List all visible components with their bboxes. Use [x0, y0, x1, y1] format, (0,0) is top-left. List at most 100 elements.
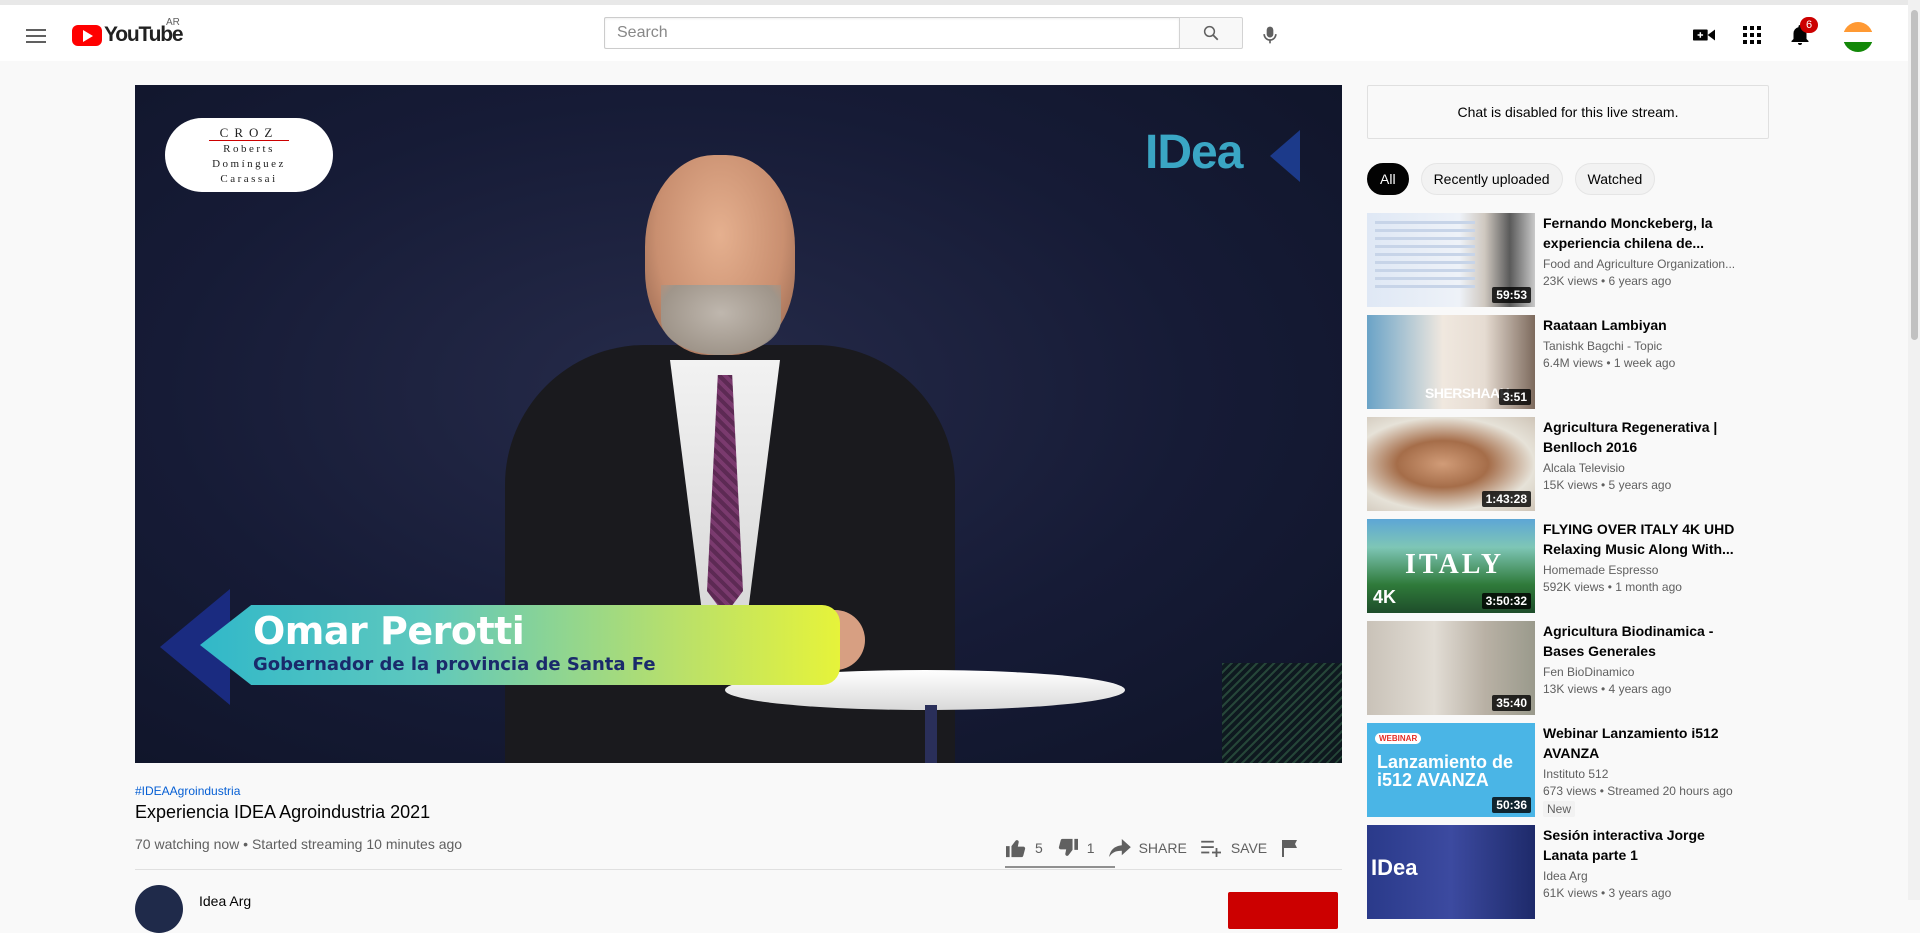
- video-player[interactable]: CROZ Roberts Domínguez Carassai IDea Oma…: [135, 85, 1342, 763]
- save-button[interactable]: SAVE: [1201, 839, 1267, 857]
- rec-title[interactable]: Webinar Lanzamiento i512 AVANZA: [1543, 723, 1753, 763]
- rec-meta: 6.4M views • 1 week ago: [1543, 356, 1676, 370]
- video-actions: 5 1 SHARE SAVE: [1005, 830, 1321, 866]
- thumbnail-caption: WEBINAR: [1375, 733, 1422, 744]
- rec-channel[interactable]: Idea Arg: [1543, 869, 1753, 883]
- search-input[interactable]: [604, 17, 1179, 49]
- thumbnail-caption: 4K: [1373, 587, 1397, 607]
- duration-badge: 3:51: [1498, 389, 1531, 405]
- dislike-button[interactable]: 1: [1057, 838, 1095, 858]
- video-thumbnail[interactable]: WEBINAR Lanzamiento de i512 AVANZA 50:36: [1367, 723, 1535, 817]
- divider: [135, 869, 1342, 870]
- list-item[interactable]: IDea Sesión interactiva Jorge Lanata par…: [1367, 825, 1769, 919]
- video-thumbnail[interactable]: ITALY 4K 3:50:32: [1367, 519, 1535, 613]
- chat-disabled-notice: Chat is disabled for this live stream.: [1367, 85, 1769, 139]
- duration-badge: 50:36: [1492, 797, 1531, 813]
- video-thumbnail[interactable]: IDea: [1367, 825, 1535, 919]
- thumbnail-caption: Lanzamiento de i512 AVANZA: [1377, 752, 1514, 790]
- list-item[interactable]: WEBINAR Lanzamiento de i512 AVANZA 50:36…: [1367, 723, 1769, 817]
- video-stats: 70 watching now • Started streaming 10 m…: [135, 836, 463, 852]
- thumbs-down-icon: [1058, 838, 1078, 856]
- speaker-title: Gobernador de la provincia de Santa Fe: [253, 654, 656, 675]
- apps-button[interactable]: [1740, 23, 1764, 47]
- apps-grid-icon: [1743, 26, 1761, 44]
- video-camera-icon: [1693, 29, 1715, 41]
- rec-title[interactable]: FLYING OVER ITALY 4K UHD Relaxing Music …: [1543, 519, 1753, 559]
- rec-meta: 15K views • 5 years ago: [1543, 478, 1672, 492]
- flag-icon: [1282, 840, 1298, 857]
- recommendations-list: 59:53 Fernando Monckeberg, la experienci…: [1367, 213, 1769, 927]
- duration-badge: 1:43:28: [1481, 491, 1531, 507]
- rec-title[interactable]: Raataan Lambiyan: [1543, 315, 1753, 335]
- list-item[interactable]: 35:40 Agricultura Biodinamica - Bases Ge…: [1367, 621, 1769, 715]
- chip-watched[interactable]: Watched: [1574, 163, 1656, 195]
- page-scrollbar[interactable]: [1908, 0, 1920, 900]
- rec-channel[interactable]: Fen BioDinamico: [1543, 665, 1753, 679]
- share-icon: [1108, 839, 1131, 857]
- rec-channel[interactable]: Homemade Espresso: [1543, 563, 1753, 577]
- thumbnail-caption: IDea: [1371, 855, 1418, 880]
- rec-meta: 23K views • 6 years ago: [1543, 274, 1672, 288]
- search-button[interactable]: [1179, 17, 1243, 49]
- stage-lights: [1222, 663, 1342, 763]
- video-thumbnail[interactable]: SHERSHAAH 3:51: [1367, 315, 1535, 409]
- save-label: SAVE: [1230, 840, 1268, 856]
- idea-brand-logo: IDea: [1145, 126, 1243, 179]
- playlist-add-icon: [1201, 840, 1221, 857]
- video-thumbnail[interactable]: 35:40: [1367, 621, 1535, 715]
- rec-channel[interactable]: Instituto 512: [1543, 767, 1753, 781]
- search-icon: [1203, 25, 1219, 41]
- voice-search-button[interactable]: [1256, 21, 1284, 49]
- speaker-name: Omar Perotti: [253, 609, 525, 653]
- chip-recently-uploaded[interactable]: Recently uploaded: [1420, 163, 1563, 195]
- sponsor-logo: CROZ Roberts Domínguez Carassai: [165, 118, 333, 192]
- rec-channel[interactable]: Alcala Televisio: [1543, 461, 1753, 475]
- rec-title[interactable]: Agricultura Regenerativa | Benlloch 2016: [1543, 417, 1753, 457]
- duration-badge: 59:53: [1492, 287, 1531, 303]
- duration-badge: 35:40: [1492, 695, 1531, 711]
- chip-all[interactable]: All: [1367, 163, 1409, 195]
- new-badge: New: [1543, 801, 1576, 817]
- rec-meta: 13K views • 4 years ago: [1543, 682, 1672, 696]
- like-count: 5: [1035, 840, 1043, 856]
- dislike-count: 1: [1086, 840, 1095, 856]
- video-thumbnail[interactable]: 59:53: [1367, 213, 1535, 307]
- account-avatar[interactable]: [1843, 22, 1873, 52]
- hashtag-link[interactable]: #IDEAAgroindustria: [135, 784, 240, 798]
- rec-meta: 592K views • 1 month ago: [1543, 580, 1682, 594]
- list-item[interactable]: ITALY 4K 3:50:32 FLYING OVER ITALY 4K UH…: [1367, 519, 1769, 613]
- list-item[interactable]: 59:53 Fernando Monckeberg, la experienci…: [1367, 213, 1769, 307]
- masthead: YouTube AR 6: [0, 0, 1920, 61]
- search-box: [604, 17, 1243, 49]
- scrollbar-thumb[interactable]: [1911, 10, 1918, 340]
- rec-title[interactable]: Agricultura Biodinamica - Bases Generale…: [1543, 621, 1753, 661]
- notification-badge: 6: [1800, 17, 1818, 33]
- rec-meta: 61K views • 3 years ago: [1543, 886, 1672, 900]
- share-button[interactable]: SHARE: [1108, 839, 1187, 857]
- share-label: SHARE: [1138, 840, 1187, 856]
- filter-chips: All Recently uploaded Watched: [1367, 163, 1667, 195]
- create-video-button[interactable]: [1692, 23, 1716, 47]
- menu-icon[interactable]: [24, 25, 48, 49]
- sentiment-bar: [1005, 866, 1115, 868]
- microphone-icon: [1263, 26, 1277, 44]
- list-item[interactable]: SHERSHAAH 3:51 Raataan Lambiyan Tanishk …: [1367, 315, 1769, 409]
- subscribe-button[interactable]: [1228, 892, 1338, 929]
- lower-third-caption: Omar Perotti Gobernador de la provincia …: [160, 589, 840, 705]
- country-code: AR: [166, 17, 180, 28]
- channel-name[interactable]: Idea Arg: [199, 893, 251, 909]
- rec-meta: 673 views • Streamed 20 hours ago: [1543, 784, 1733, 798]
- rec-channel[interactable]: Food and Agriculture Organization...: [1543, 257, 1753, 271]
- like-button[interactable]: 5: [1005, 838, 1043, 858]
- video-title: Experiencia IDEA Agroindustria 2021: [135, 802, 431, 822]
- report-button[interactable]: [1281, 839, 1307, 857]
- thumbs-up-icon: [1006, 840, 1026, 858]
- rec-title[interactable]: Sesión interactiva Jorge Lanata parte 1: [1543, 825, 1753, 865]
- rec-title[interactable]: Fernando Monckeberg, la experiencia chil…: [1543, 213, 1753, 253]
- thumbnail-caption: SHERSHAAH: [1425, 385, 1510, 401]
- list-item[interactable]: 1:43:28 Agricultura Regenerativa | Benll…: [1367, 417, 1769, 511]
- youtube-play-icon: [72, 24, 102, 46]
- channel-avatar[interactable]: [135, 885, 183, 933]
- rec-channel[interactable]: Tanishk Bagchi - Topic: [1543, 339, 1753, 353]
- video-thumbnail[interactable]: 1:43:28: [1367, 417, 1535, 511]
